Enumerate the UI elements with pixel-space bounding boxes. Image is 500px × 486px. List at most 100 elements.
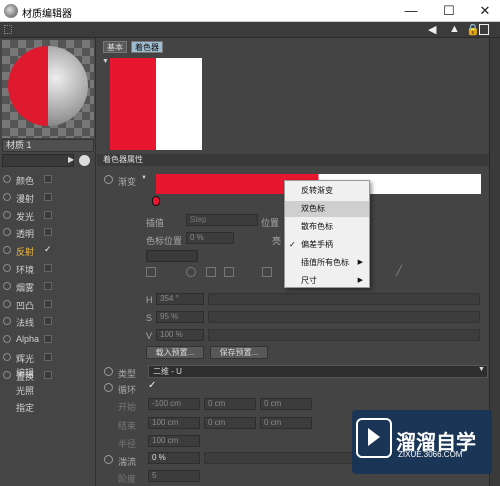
channel-item[interactable]: 辉光 — [0, 348, 95, 366]
channel-filter-field[interactable] — [2, 154, 74, 167]
channel-checkbox[interactable] — [44, 175, 52, 183]
channel-checkbox[interactable] — [44, 228, 52, 237]
interp-select[interactable]: Step — [186, 214, 258, 226]
color-wheel-icon[interactable] — [146, 267, 156, 277]
brightness-label: 亮 — [272, 236, 282, 246]
channel-label: 透明 — [16, 229, 35, 240]
channel-item[interactable]: 凹凸 — [0, 295, 95, 313]
turbulence-radio[interactable] — [104, 455, 113, 464]
start-x-field[interactable]: -100 cm — [148, 398, 200, 410]
lock-icon[interactable]: 🔒 — [466, 23, 480, 36]
channel-item[interactable]: 发光 — [0, 206, 95, 224]
minimize-button[interactable]: — — [398, 2, 424, 20]
menu-item-size[interactable]: 尺寸 ▶ — [285, 273, 369, 289]
position-label: 位置 — [261, 218, 280, 228]
channel-checkbox[interactable] — [44, 192, 52, 201]
channel-radio[interactable] — [3, 228, 11, 237]
arrow-icon[interactable]: ▶ — [68, 155, 76, 166]
start-y-field[interactable]: 0 cm — [204, 398, 256, 410]
gradient-knot[interactable] — [152, 196, 160, 206]
left-item-edit[interactable]: 编辑 — [16, 366, 34, 379]
menu-item-interpolate-all[interactable]: 插值所有色标 ▶ — [285, 255, 369, 271]
channel-radio[interactable] — [3, 210, 11, 219]
channel-item[interactable]: Alpha — [0, 330, 95, 348]
channel-radio[interactable] — [3, 353, 11, 361]
octave-field[interactable]: 5 — [148, 470, 200, 482]
gradient-arrow-icon[interactable]: ▼ — [141, 175, 147, 181]
tab-basic[interactable]: 基本 — [103, 41, 127, 53]
channel-checkbox[interactable] — [44, 281, 52, 290]
eyedropper-icon[interactable]: ╱ — [396, 266, 402, 277]
interp-label: 插值 — [146, 218, 165, 228]
load-preset-button[interactable]: 载入预置... — [146, 346, 204, 359]
radius-label: 半径 — [118, 439, 137, 449]
end-z-field[interactable]: 0 cm — [260, 417, 312, 429]
channel-label: 凹凸 — [16, 300, 35, 311]
image-icon[interactable] — [206, 267, 216, 277]
animate-radio[interactable] — [104, 175, 113, 184]
channel-checkbox[interactable] — [44, 299, 52, 308]
channel-item[interactable]: 漫射 — [0, 188, 95, 206]
channel-item[interactable]: 烟雾 — [0, 277, 95, 295]
radius-field[interactable]: 100 cm — [148, 435, 200, 447]
left-item-lighting[interactable]: 光照 — [16, 384, 34, 397]
rgb-icon[interactable] — [224, 267, 234, 277]
menu-item-distribute[interactable]: 散布色标 — [285, 219, 369, 235]
pick-icon[interactable] — [79, 155, 90, 166]
channel-checkbox[interactable] — [44, 370, 52, 379]
channel-radio[interactable] — [3, 192, 11, 201]
type-select[interactable]: 二维 - U — [148, 365, 488, 378]
save-preset-button[interactable]: 保存预置... — [210, 346, 268, 359]
back-arrow-icon[interactable]: ◀ — [428, 23, 436, 36]
hsv-icon[interactable] — [262, 267, 272, 277]
channel-item[interactable]: 反射 ✓ — [0, 241, 95, 259]
menu-item-bias-handles[interactable]: ✓ 偏差手柄 — [285, 237, 369, 253]
channel-checkbox[interactable] — [44, 353, 52, 361]
start-z-field[interactable]: 0 cm — [260, 398, 312, 410]
turbulence-field[interactable]: 0 % — [148, 452, 200, 464]
h-field[interactable]: 354 ° — [156, 293, 204, 305]
s-field[interactable]: 95 % — [156, 311, 204, 323]
channel-radio[interactable] — [3, 246, 11, 255]
channel-item[interactable]: 环境 — [0, 259, 95, 277]
type-radio[interactable] — [104, 367, 113, 376]
channel-checkbox[interactable] — [44, 210, 52, 219]
h-slider[interactable] — [208, 293, 480, 305]
close-button[interactable]: ✕ — [472, 2, 498, 20]
end-x-field[interactable]: 100 cm — [148, 417, 200, 429]
color-pos-field[interactable]: 0 % — [186, 232, 234, 244]
channel-checkbox[interactable] — [44, 335, 52, 344]
channel-item[interactable]: 颜色 — [0, 170, 95, 188]
channel-label: 发光 — [16, 211, 35, 222]
channel-radio[interactable] — [3, 281, 11, 290]
collapse-arrow-icon[interactable]: ▼ — [102, 58, 109, 65]
menu-item-two-knots[interactable]: 双色标 — [285, 201, 369, 217]
channel-radio[interactable] — [3, 299, 11, 308]
menu-item-reverse[interactable]: 反转渐变 — [285, 183, 369, 199]
left-item-assign[interactable]: 指定 — [16, 401, 34, 414]
pointer-icon[interactable]: ▲ — [449, 23, 460, 35]
channel-item[interactable]: 透明 — [0, 223, 95, 241]
chevron-down-icon[interactable]: ▼ — [478, 366, 485, 373]
cycle-radio[interactable] — [104, 383, 113, 392]
channel-checkbox[interactable] — [44, 264, 52, 272]
channel-radio[interactable] — [3, 370, 11, 379]
channel-radio[interactable] — [3, 335, 11, 344]
new-window-icon[interactable] — [479, 24, 489, 35]
v-slider[interactable] — [208, 329, 480, 341]
cycle-checkbox[interactable]: ✓ — [148, 381, 158, 391]
channel-item[interactable]: 置换 — [0, 366, 95, 384]
spectrum-icon[interactable] — [186, 267, 196, 277]
channel-radio[interactable] — [3, 175, 11, 183]
material-name-field[interactable]: 材质 1 — [2, 139, 94, 152]
maximize-button[interactable]: ☐ — [436, 2, 462, 20]
end-y-field[interactable]: 0 cm — [204, 417, 256, 429]
channel-checkbox[interactable]: ✓ — [44, 245, 52, 254]
v-field[interactable]: 100 % — [156, 329, 204, 341]
s-slider[interactable] — [208, 311, 480, 323]
channel-radio[interactable] — [3, 317, 11, 326]
channel-checkbox[interactable] — [44, 317, 52, 326]
tab-shader[interactable]: 着色器 — [131, 41, 163, 53]
channel-radio[interactable] — [3, 264, 11, 272]
channel-item[interactable]: 法线 — [0, 312, 95, 330]
